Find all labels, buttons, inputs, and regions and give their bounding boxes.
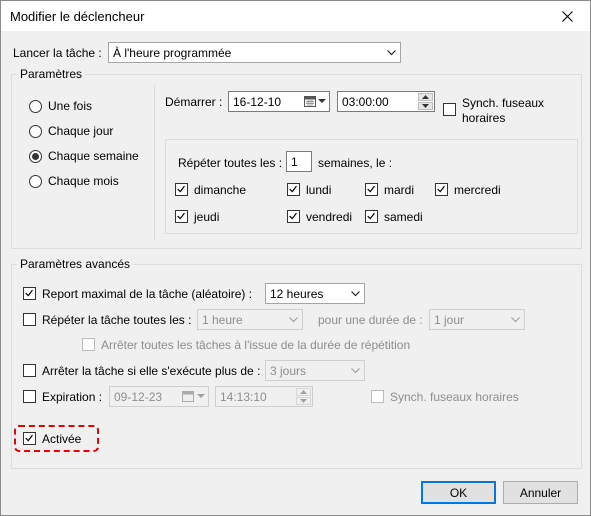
start-date-value: 16-12-10: [233, 95, 282, 109]
stop-if-value: 3 jours: [270, 364, 307, 378]
duration-value: 1 jour: [434, 313, 465, 327]
ok-button-label: OK: [449, 485, 468, 500]
expiration-checkbox[interactable]: [23, 390, 36, 403]
chevron-down-icon: [346, 361, 364, 380]
trigger-dialog: Modifier le déclencheur Lancer la tâche …: [0, 0, 591, 516]
settings-divider: [154, 85, 155, 241]
day-wednesday-checkbox[interactable]: [435, 183, 448, 196]
day-sunday-checkbox[interactable]: [175, 183, 188, 196]
dialog-title: Modifier le déclencheur: [10, 9, 145, 24]
repeat-every-label: Répéter toutes les :: [178, 156, 283, 170]
radio-once-label: Une fois: [48, 99, 93, 113]
chevron-down-icon: [506, 310, 524, 329]
expiration-sync-label: Synch. fuseaux horaires: [390, 390, 519, 404]
launch-select-value: À l'heure programmée: [113, 46, 232, 60]
radio-monthly[interactable]: [29, 175, 42, 188]
close-button[interactable]: [544, 1, 590, 31]
stop-all-checkbox[interactable]: [82, 338, 95, 351]
chevron-down-icon: [318, 99, 326, 103]
time-spinner[interactable]: [296, 388, 311, 405]
duration-select[interactable]: 1 jour: [429, 309, 525, 330]
duration-label: pour une durée de :: [318, 313, 423, 327]
day-tuesday-checkbox[interactable]: [365, 183, 378, 196]
expiration-date-picker[interactable]: 09-12-23: [109, 386, 209, 407]
radio-monthly-label: Chaque mois: [48, 174, 119, 188]
spin-down-icon[interactable]: [418, 102, 433, 110]
spin-down-icon[interactable]: [296, 397, 311, 405]
delay-value: 12 heures: [270, 287, 324, 301]
chevron-down-icon: [346, 284, 364, 303]
enabled-label: Activée: [42, 432, 82, 446]
chevron-down-icon: [382, 43, 400, 62]
launch-select[interactable]: À l'heure programmée: [108, 42, 401, 63]
stop-if-checkbox[interactable]: [23, 364, 36, 377]
close-icon: [561, 10, 573, 22]
delay-label: Report maximal de la tâche (aléatoire) :: [42, 287, 253, 301]
day-monday-checkbox[interactable]: [287, 183, 300, 196]
start-label: Démarrer :: [165, 95, 223, 109]
time-spinner[interactable]: [418, 93, 433, 110]
radio-weekly-label: Chaque semaine: [48, 149, 139, 163]
expiration-sync-checkbox[interactable]: [371, 390, 384, 403]
ok-button[interactable]: OK: [421, 481, 496, 504]
stop-all-label: Arrêter toutes les tâches à l'issue de l…: [101, 338, 411, 352]
start-time-value: 03:00:00: [342, 95, 389, 109]
expiration-time-value: 14:13:10: [220, 390, 267, 404]
start-date-picker[interactable]: 16-12-10: [228, 91, 330, 112]
sync-timezone-checkbox[interactable]: [443, 103, 456, 116]
expiration-time-input[interactable]: 14:13:10: [215, 386, 313, 407]
day-saturday-label: samedi: [384, 210, 423, 224]
weeks-value: 1: [291, 155, 298, 169]
day-monday-label: lundi: [306, 183, 332, 197]
cancel-button-label: Annuler: [519, 485, 562, 500]
sync-timezone-label-2: horaires: [462, 111, 506, 125]
day-thursday-checkbox[interactable]: [175, 210, 188, 223]
day-saturday-checkbox[interactable]: [365, 210, 378, 223]
advanced-legend: Paramètres avancés: [17, 257, 134, 271]
repeat-task-label: Répéter la tâche toutes les :: [42, 313, 192, 327]
day-tuesday-label: mardi: [384, 183, 415, 197]
radio-daily-label: Chaque jour: [48, 124, 114, 138]
chevron-down-icon: [284, 310, 302, 329]
launch-label: Lancer la tâche :: [13, 46, 102, 60]
day-friday-label: vendredi: [306, 210, 353, 224]
day-thursday-label: jeudi: [194, 210, 220, 224]
cancel-button[interactable]: Annuler: [503, 481, 578, 504]
radio-weekly[interactable]: [29, 150, 42, 163]
radio-once[interactable]: [29, 100, 42, 113]
delay-select[interactable]: 12 heures: [265, 283, 365, 304]
calendar-icon: [182, 391, 194, 402]
weeks-input[interactable]: 1: [286, 151, 312, 172]
weeks-suffix: semaines, le :: [318, 156, 393, 170]
day-wednesday-label: mercredi: [454, 183, 501, 197]
settings-legend: Paramètres: [17, 67, 86, 81]
sync-timezone-label-1: Synch. fuseaux: [462, 96, 545, 110]
day-friday-checkbox[interactable]: [287, 210, 300, 223]
chevron-down-icon: [197, 394, 205, 398]
day-sunday-label: dimanche: [194, 183, 247, 197]
enabled-checkbox[interactable]: [23, 432, 36, 445]
stop-if-select[interactable]: 3 jours: [265, 360, 365, 381]
title-bar: Modifier le déclencheur: [1, 1, 590, 31]
calendar-icon: [304, 96, 316, 107]
start-time-input[interactable]: 03:00:00: [337, 91, 435, 112]
expiration-date-value: 09-12-23: [114, 390, 163, 404]
expiration-label: Expiration :: [42, 390, 103, 404]
radio-daily[interactable]: [29, 125, 42, 138]
repeat-task-checkbox[interactable]: [23, 313, 36, 326]
spin-up-icon[interactable]: [296, 388, 311, 396]
spin-up-icon[interactable]: [418, 93, 433, 101]
delay-checkbox[interactable]: [23, 287, 36, 300]
repeat-interval-select[interactable]: 1 heure: [197, 309, 303, 330]
stop-if-label: Arrêter la tâche si elle s'exécute plus …: [42, 364, 261, 378]
repeat-interval-value: 1 heure: [202, 313, 243, 327]
